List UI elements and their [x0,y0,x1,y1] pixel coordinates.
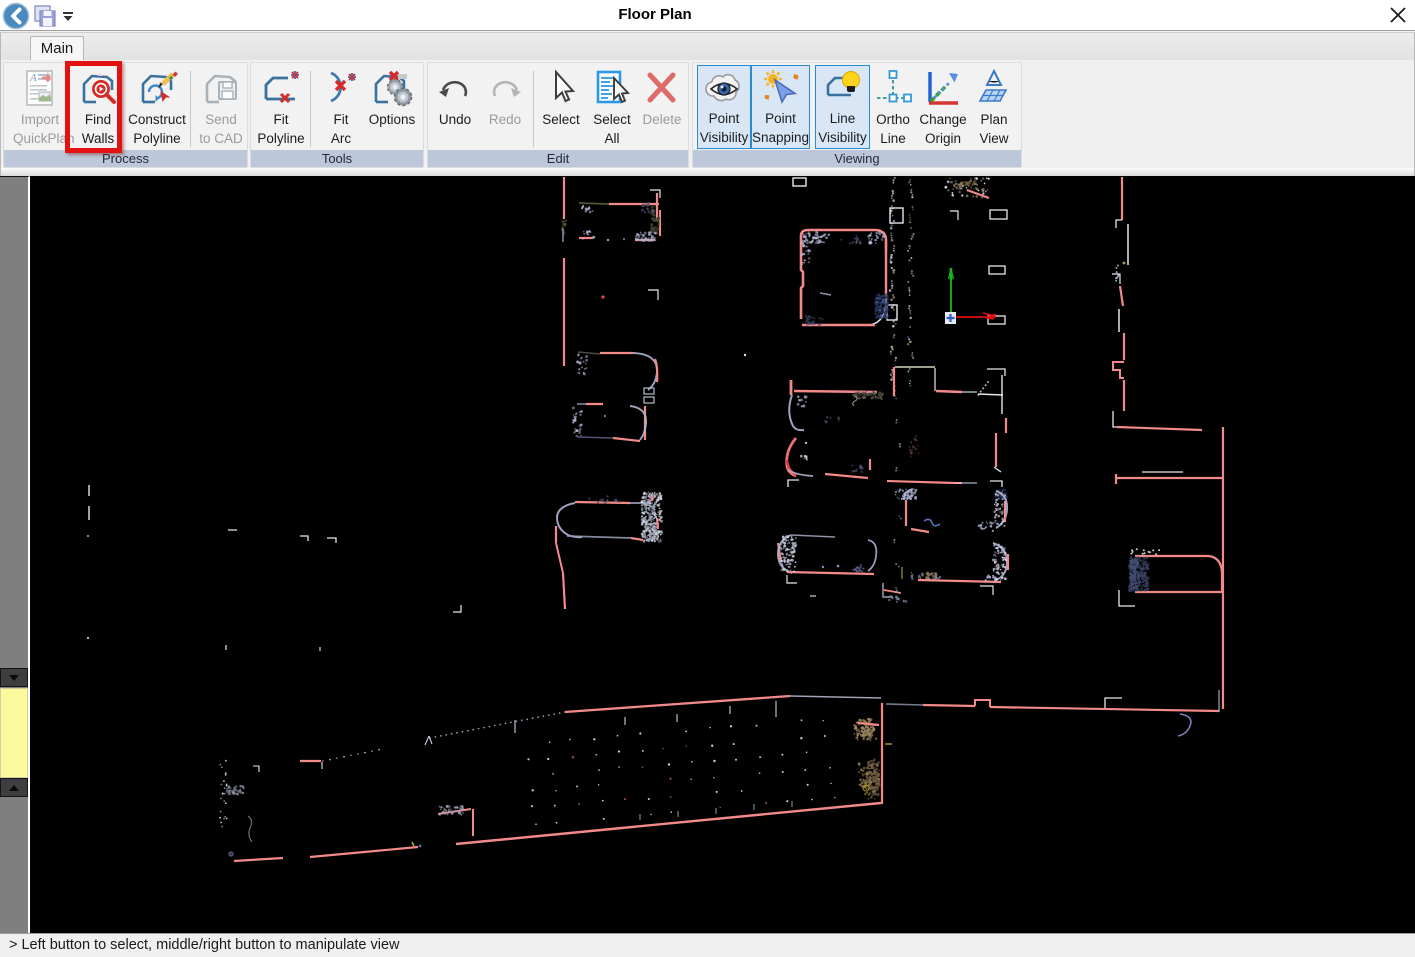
svg-text:A: A [29,72,37,84]
